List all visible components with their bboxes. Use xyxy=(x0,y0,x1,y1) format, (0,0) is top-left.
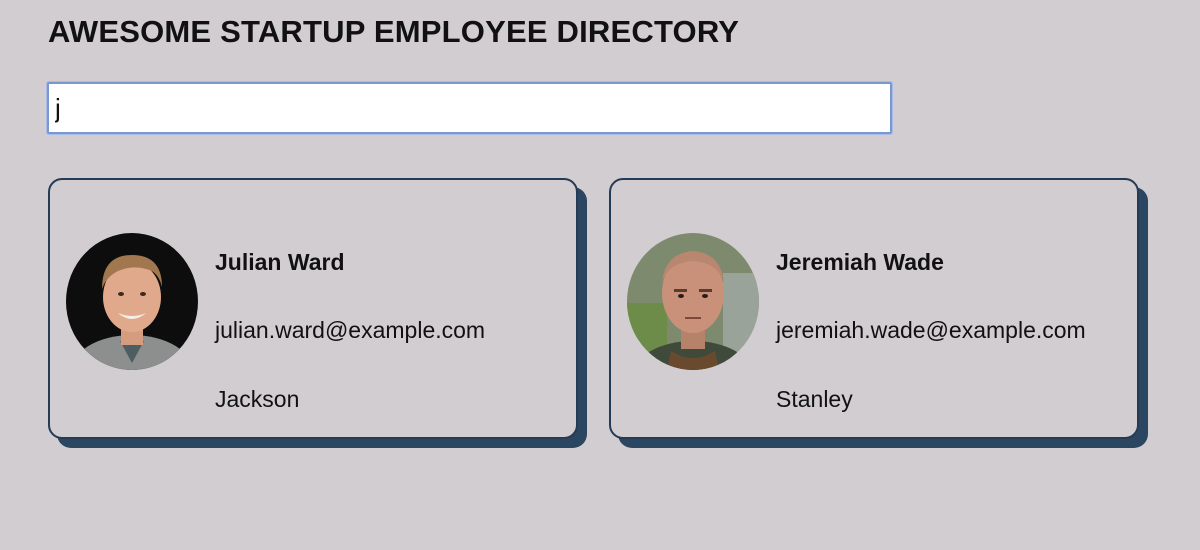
person-photo-avatar-icon xyxy=(627,233,759,370)
page-title: AWESOME STARTUP EMPLOYEE DIRECTORY xyxy=(48,14,740,49)
employee-name: Julian Ward xyxy=(215,249,345,275)
person-photo-avatar-icon xyxy=(66,233,198,370)
employee-city: Stanley xyxy=(776,386,853,412)
employee-card-list: Julian Ward julian.ward@example.com Jack… xyxy=(48,178,1139,439)
employee-email: julian.ward@example.com xyxy=(215,317,486,343)
search-input[interactable] xyxy=(47,82,892,134)
employee-name: Jeremiah Wade xyxy=(776,249,944,275)
avatar xyxy=(627,233,759,370)
avatar xyxy=(66,233,198,370)
employee-city: Jackson xyxy=(215,386,300,412)
employee-card[interactable]: Julian Ward julian.ward@example.com Jack… xyxy=(48,178,578,439)
employee-email: jeremiah.wade@example.com xyxy=(776,317,1086,343)
employee-card[interactable]: Jeremiah Wade jeremiah.wade@example.com … xyxy=(609,178,1139,439)
employee-directory-page: AWESOME STARTUP EMPLOYEE DIRECTORY j Jul… xyxy=(0,0,1200,550)
